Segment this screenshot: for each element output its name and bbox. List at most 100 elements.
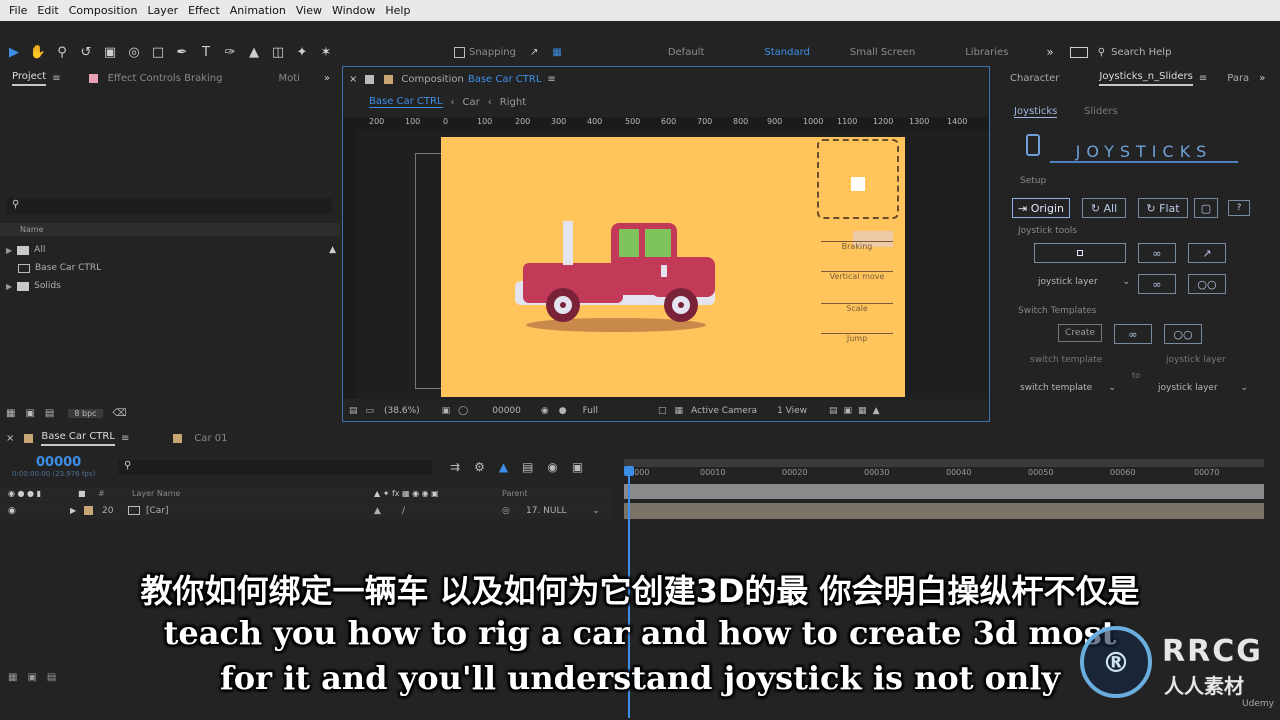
curve-button[interactable]: ↗ <box>1188 243 1226 263</box>
menu-window[interactable]: Window <box>332 4 375 17</box>
region-of-interest-icon[interactable]: □ <box>658 406 667 416</box>
composition-mini-flowchart-icon[interactable]: ⇉ <box>450 460 460 474</box>
selection-tool-icon[interactable]: ▶ <box>4 42 24 62</box>
project-search-input[interactable]: ⚲ <box>6 198 332 214</box>
zoom-tool-icon[interactable]: ⚲ <box>52 42 72 62</box>
work-area-bar[interactable] <box>624 459 1264 467</box>
project-item-base-car-ctrl[interactable]: Base Car CTRL <box>18 260 318 276</box>
panel-overflow-icon[interactable]: » <box>324 73 330 84</box>
subtab-joysticks[interactable]: Joysticks <box>1014 106 1058 118</box>
workspace-standard[interactable]: Standard <box>764 47 810 58</box>
disclosure-triangle-icon[interactable]: ▶ <box>6 246 12 255</box>
pen-tool-icon[interactable]: ✒ <box>172 42 192 62</box>
flowchart-icon[interactable]: ▲ <box>329 245 336 255</box>
parent-dropdown[interactable]: 17. NULL <box>526 503 567 519</box>
label-color-icon[interactable] <box>84 506 93 515</box>
shy-switch-icon[interactable]: ▲ <box>374 503 381 519</box>
camera-tool-icon[interactable]: ▣ <box>100 42 120 62</box>
clone-stamp-tool-icon[interactable]: ▲ <box>244 42 264 62</box>
workspace-default[interactable]: Default <box>668 47 705 58</box>
snap-target-icon[interactable]: ▦ <box>552 47 561 58</box>
sync-settings-icon[interactable] <box>1069 46 1088 58</box>
joystick-control-box[interactable] <box>817 139 899 219</box>
create-joystick-button[interactable] <box>1034 243 1126 263</box>
search-help-field[interactable]: ⚲ Search Help <box>1098 47 1172 58</box>
snap-edges-icon[interactable]: ↗ <box>530 47 538 58</box>
disclosure-triangle-icon[interactable]: ▶ <box>6 282 12 291</box>
origin-button[interactable]: ⇥ Origin <box>1012 198 1070 218</box>
composition-viewer[interactable]: Braking Vertical move Scale Jump <box>357 131 989 399</box>
motion-blur-icon[interactable]: ◉ <box>547 460 557 474</box>
link-button[interactable]: ∞ <box>1138 274 1176 294</box>
panel-overflow-icon[interactable]: » <box>1259 73 1265 84</box>
new-folder-icon[interactable]: ▣ <box>25 408 34 419</box>
layer-name[interactable]: [Car] <box>146 503 169 519</box>
snapping-checkbox[interactable] <box>454 46 465 58</box>
always-preview-icon[interactable]: ▤ <box>349 406 358 416</box>
disclosure-triangle-icon[interactable]: ▶ <box>70 503 76 519</box>
trash-icon[interactable]: ⌫ <box>113 408 127 419</box>
shy-layers-icon[interactable]: ▲ <box>499 460 508 474</box>
frame-blending-icon[interactable]: ▤ <box>522 460 533 474</box>
rectangle-tool-icon[interactable]: □ <box>148 42 168 62</box>
timeline-search-input[interactable]: ⚲ <box>118 460 432 475</box>
panel-menu-icon[interactable]: ≡ <box>1199 73 1207 84</box>
menu-composition[interactable]: Composition <box>69 4 138 17</box>
eraser-tool-icon[interactable]: ◫ <box>268 42 288 62</box>
work-area-range[interactable] <box>624 484 1264 499</box>
panel-menu-icon[interactable]: ≡ <box>52 73 60 84</box>
roto-brush-tool-icon[interactable]: ✦ <box>292 42 312 62</box>
new-composition-icon[interactable]: ▤ <box>45 408 54 419</box>
interpret-footage-icon[interactable]: ▦ <box>6 408 15 419</box>
menu-help[interactable]: Help <box>385 4 410 17</box>
menu-file[interactable]: File <box>9 4 27 17</box>
draft-3d-icon[interactable]: ⚙ <box>474 460 485 474</box>
joystick-handle[interactable] <box>851 177 865 191</box>
project-item-solids[interactable]: ▶ Solids <box>6 278 306 294</box>
menu-effect[interactable]: Effect <box>188 4 220 17</box>
joystick-layer-dropdown[interactable]: joystick layer ⌄ <box>1038 277 1130 287</box>
col-parent[interactable]: Parent <box>502 487 528 501</box>
tab-paragraph[interactable]: Para <box>1227 73 1249 84</box>
timeline-icon[interactable]: ▦ <box>858 406 867 416</box>
monitor-icon[interactable]: ▭ <box>366 406 375 416</box>
edit-joystick-button[interactable]: ∞ <box>1138 243 1176 263</box>
help-button[interactable]: ? <box>1228 200 1250 216</box>
safe-zones-icon[interactable]: ▣ <box>442 406 451 416</box>
col-layer-name[interactable]: Layer Name <box>132 487 180 501</box>
unlink-button[interactable]: ○○ <box>1188 274 1226 294</box>
camera-snapshot-icon[interactable]: ◉ <box>541 406 549 416</box>
fast-previews-icon[interactable]: ▣ <box>844 406 853 416</box>
eye-icon[interactable]: ◉ <box>8 503 16 519</box>
slider-braking[interactable]: Braking <box>821 241 893 251</box>
switch-template-dropdown[interactable]: switch template ⌄ <box>1020 383 1116 393</box>
slider-scale[interactable]: Scale <box>821 303 893 313</box>
toggle-pixel-aspect-icon[interactable]: ▤ <box>829 406 838 416</box>
graph-editor-icon[interactable]: ▣ <box>572 460 583 474</box>
flip-button[interactable]: ▢ <box>1194 198 1218 218</box>
tab-composition[interactable]: Base Car CTRL <box>468 74 542 85</box>
hand-tool-icon[interactable]: ✋ <box>28 42 48 62</box>
mask-visibility-icon[interactable]: ◯ <box>458 406 468 416</box>
rotate-tool-icon[interactable]: ↺ <box>76 42 96 62</box>
color-channels-icon[interactable]: ● <box>559 406 567 416</box>
snapping-toggle[interactable]: Snapping <box>454 46 516 58</box>
type-tool-icon[interactable]: T <box>196 42 216 62</box>
breadcrumb-item-base-car-ctrl[interactable]: Base Car CTRL <box>369 96 443 108</box>
tab-joysticks-n-sliders[interactable]: Joysticks_n_Sliders <box>1099 71 1193 86</box>
view-layout-dropdown[interactable]: 1 View <box>777 406 807 416</box>
menu-layer[interactable]: Layer <box>147 4 178 17</box>
pick-whip-icon[interactable]: ◎ <box>502 503 510 519</box>
zoom-level-dropdown[interactable]: (38.6%) <box>384 406 420 416</box>
tab-timeline-base-car-ctrl[interactable]: Base Car CTRL <box>41 431 115 446</box>
timeline-timecode[interactable]: 00000 <box>36 455 81 470</box>
flat-button[interactable]: ↻ Flat <box>1138 198 1188 218</box>
breadcrumb-item-car[interactable]: Car <box>463 97 480 108</box>
all-button[interactable]: ↻ All <box>1082 198 1126 218</box>
time-ruler[interactable]: 00000 00010 00020 00030 00040 00050 0006… <box>624 468 1264 484</box>
current-time-display[interactable]: 00000 <box>492 406 521 416</box>
tab-character[interactable]: Character <box>1010 73 1059 84</box>
create-template-button[interactable]: Create <box>1058 324 1102 342</box>
joystick-layer-select-dropdown[interactable]: joystick layer ⌄ <box>1158 383 1248 393</box>
puppet-tool-icon[interactable]: ✶ <box>316 42 336 62</box>
